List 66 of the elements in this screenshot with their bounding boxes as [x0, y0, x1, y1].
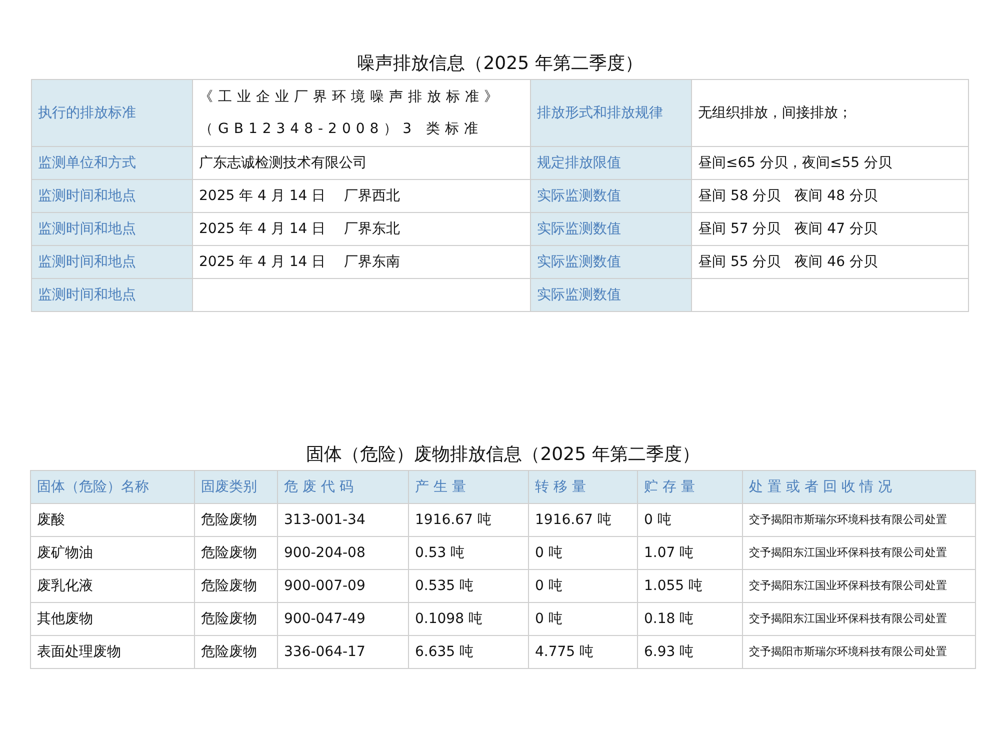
table-cell: 昼间 55 分贝 夜间 46 分贝 [692, 246, 968, 278]
table-cell: 交予揭阳东江国业环保科技有限公司处置 [742, 602, 976, 636]
table-cell: 1.055 吨 [638, 570, 742, 602]
table-cell: 900-047-49 [278, 602, 408, 636]
column-header: 转 移 量 [528, 470, 638, 504]
table-cell: 2025 年 4 月 14 日 厂界西北 [192, 180, 530, 212]
table-cell: 900-007-09 [278, 570, 408, 602]
table-cell: 4.775 吨 [528, 636, 638, 668]
table-cell: 1916.67 吨 [528, 504, 638, 536]
table-cell: 900-204-08 [278, 536, 408, 570]
row-label: 监测时间和地点 [32, 180, 192, 212]
table-cell: 交予揭阳东江国业环保科技有限公司处置 [742, 536, 976, 570]
table-cell: 交予揭阳市斯瑞尔环境科技有限公司处置 [742, 636, 976, 668]
column-header: 危 废 代 码 [278, 470, 408, 504]
table-cell: 1.07 吨 [638, 536, 742, 570]
table-cell: 其他废物 [30, 602, 194, 636]
table-cell: 313-001-34 [278, 504, 408, 536]
table-cell: 2025 年 4 月 14 日 厂界东北 [192, 212, 530, 246]
table-cell: 交予揭阳市斯瑞尔环境科技有限公司处置 [742, 504, 976, 536]
row-label: 实际监测数值 [530, 278, 692, 312]
table-cell: 0.1098 吨 [408, 602, 528, 636]
table-cell: 废酸 [30, 504, 194, 536]
table-cell: 废矿物油 [30, 536, 194, 570]
row-label: 规定排放限值 [530, 146, 692, 180]
table-cell: 危险废物 [194, 536, 278, 570]
table-cell: 1916.67 吨 [408, 504, 528, 536]
column-header: 固废类别 [194, 470, 278, 504]
table-cell: 336-064-17 [278, 636, 408, 668]
table-cell: 《工业企业厂界环境噪声排放标准》（GB12348-2008）3 类标准 [192, 80, 530, 146]
table-cell: 0 吨 [528, 536, 638, 570]
row-label: 监测时间和地点 [32, 246, 192, 278]
row-label: 实际监测数值 [530, 246, 692, 278]
row-label: 监测单位和方式 [32, 146, 192, 180]
table-cell: 危险废物 [194, 570, 278, 602]
column-header: 处 置 或 者 回 收 情 况 [742, 470, 976, 504]
table-cell: 6.93 吨 [638, 636, 742, 668]
row-label: 排放形式和排放规律 [530, 80, 692, 146]
table-cell: 0 吨 [528, 602, 638, 636]
table-title: 噪声排放信息（2025 年第二季度） [356, 52, 644, 76]
table-cell: 0 吨 [528, 570, 638, 602]
table-cell: 危险废物 [194, 504, 278, 536]
column-header: 固体（危险）名称 [30, 470, 194, 504]
table-cell: 2025 年 4 月 14 日 厂界东南 [192, 246, 530, 278]
table-cell: 危险废物 [194, 636, 278, 668]
table-cell: 交予揭阳东江国业环保科技有限公司处置 [742, 570, 976, 602]
table-cell: 昼间 57 分贝 夜间 47 分贝 [692, 212, 968, 246]
table-cell: 表面处理废物 [30, 636, 194, 668]
table-title: 固体（危险）废物排放信息（2025 年第二季度） [305, 443, 701, 467]
row-label: 实际监测数值 [530, 180, 692, 212]
table-cell: 危险废物 [194, 602, 278, 636]
row-label: 监测时间和地点 [32, 278, 192, 312]
row-label: 实际监测数值 [530, 212, 692, 246]
table-cell: 0.18 吨 [638, 602, 742, 636]
row-label: 监测时间和地点 [32, 212, 192, 246]
table-cell: 0.53 吨 [408, 536, 528, 570]
table-cell: 废乳化液 [30, 570, 194, 602]
column-header: 贮 存 量 [638, 470, 742, 504]
table-cell: 0.535 吨 [408, 570, 528, 602]
row-label: 执行的排放标准 [32, 80, 192, 146]
column-header: 产 生 量 [408, 470, 528, 504]
table-cell: 昼间≤65 分贝，夜间≤55 分贝 [692, 146, 968, 180]
table-cell: 6.635 吨 [408, 636, 528, 668]
table-cell: 0 吨 [638, 504, 742, 536]
table-cell: 昼间 58 分贝 夜间 48 分贝 [692, 180, 968, 212]
table-cell: 广东志诚检测技术有限公司 [192, 146, 530, 180]
table-cell: 无组织排放，间接排放； [692, 80, 968, 146]
